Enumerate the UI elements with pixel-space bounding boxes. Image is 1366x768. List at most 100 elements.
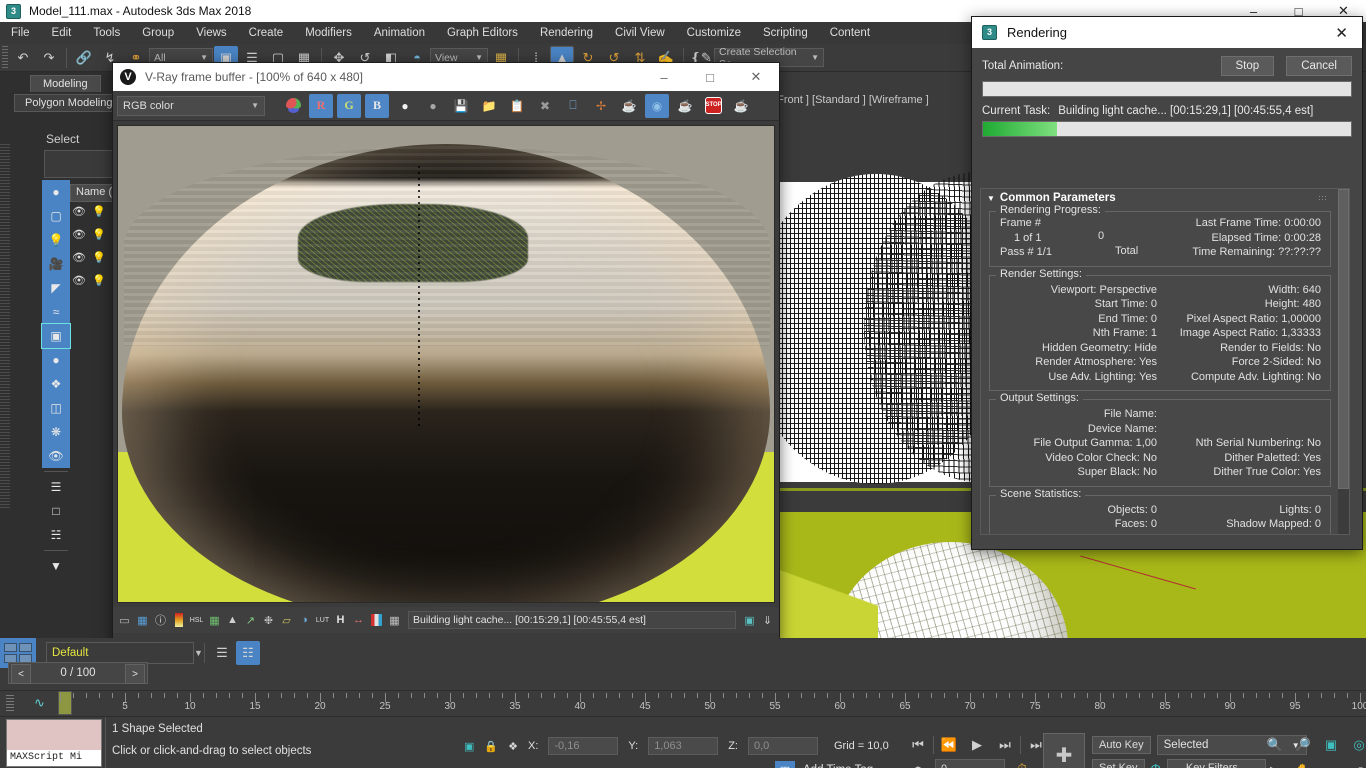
- vfb-info-icon[interactable]: ⓘ: [152, 611, 169, 629]
- current-frame-field[interactable]: 0: [935, 759, 1005, 768]
- clipboard-icon[interactable]: 📋: [505, 94, 529, 118]
- key-tangent-icon[interactable]: Φ: [1151, 761, 1161, 768]
- curve-editor-icon[interactable]: ∿: [34, 695, 45, 711]
- zoom-extents-icon[interactable]: ▣: [1318, 733, 1344, 757]
- filter-shapes-icon[interactable]: ▢: [42, 204, 70, 228]
- absolute-relative-icon[interactable]: ❖: [508, 740, 518, 753]
- ribbon-tab-modeling[interactable]: Modeling: [30, 75, 101, 92]
- vfb-stamp-icon[interactable]: ▣: [741, 611, 758, 629]
- filter-xrefs-icon[interactable]: ●: [42, 348, 70, 372]
- tree-row[interactable]: 👁 💡: [72, 205, 106, 218]
- prev-frame-icon[interactable]: ⏪: [936, 733, 962, 757]
- z-field[interactable]: 0,0: [748, 737, 818, 755]
- redo-icon[interactable]: ↷: [37, 46, 61, 70]
- green-channel-icon[interactable]: G: [337, 94, 361, 118]
- filter-bones-icon[interactable]: ❖: [42, 372, 70, 396]
- field-of-view-icon[interactable]: ▷: [1262, 759, 1288, 768]
- zoom-icon[interactable]: 🔍: [1262, 733, 1288, 757]
- time-tag-icon[interactable]: ◫: [775, 761, 795, 768]
- rollup-scrollbar[interactable]: [1338, 189, 1349, 534]
- track-bar[interactable]: ∿ 51015202530354045505560657075808590951…: [0, 690, 1366, 716]
- vfb-channel-combo[interactable]: RGB color ▼: [117, 96, 265, 116]
- go-to-start-icon[interactable]: ⏮: [905, 733, 931, 757]
- filter-funnel-icon[interactable]: ▼: [42, 554, 70, 578]
- vfb-background-icon[interactable]: ▱: [278, 611, 295, 629]
- stop-button[interactable]: Stop: [1221, 56, 1275, 76]
- vfb-histogram-icon[interactable]: [368, 611, 385, 629]
- filter-space-warps-icon[interactable]: ≈: [42, 300, 70, 324]
- key-mode-toggle-icon[interactable]: ◂▸: [905, 757, 931, 768]
- layer-manager-icon[interactable]: ☰: [210, 641, 234, 665]
- menu-item-scripting[interactable]: Scripting: [752, 22, 819, 44]
- vfb-ocio-icon[interactable]: H: [332, 611, 349, 629]
- track-mouse-icon[interactable]: ◉: [645, 94, 669, 118]
- zoom-all-icon[interactable]: 🔎: [1290, 733, 1316, 757]
- selection-lock-region-icon[interactable]: ▣: [464, 740, 474, 753]
- menu-item-file[interactable]: File: [0, 22, 41, 44]
- play-animation-icon[interactable]: ▶: [964, 733, 990, 757]
- x-field[interactable]: -0,16: [548, 737, 618, 755]
- layer-combo[interactable]: Default: [46, 642, 194, 664]
- cancel-button[interactable]: Cancel: [1286, 56, 1352, 76]
- vfb-close-button[interactable]: ✕: [733, 63, 779, 91]
- alpha-channel-icon[interactable]: ●: [421, 94, 445, 118]
- menu-item-views[interactable]: Views: [185, 22, 237, 44]
- rollup-collapse-icon[interactable]: ▼: [987, 194, 995, 203]
- render-icon[interactable]: ☕: [673, 94, 697, 118]
- load-image-icon[interactable]: 📁: [477, 94, 501, 118]
- color-channels-icon[interactable]: [281, 94, 305, 118]
- eye-icon[interactable]: 👁: [72, 274, 86, 287]
- prev-frame-button[interactable]: <: [11, 664, 31, 684]
- list-layers-icon[interactable]: ☰: [42, 475, 70, 499]
- eye-icon[interactable]: 👁: [72, 251, 86, 264]
- vfb-horizontal-icon[interactable]: ↔: [350, 611, 367, 629]
- red-channel-icon[interactable]: R: [309, 94, 333, 118]
- menu-item-tools[interactable]: Tools: [82, 22, 131, 44]
- vfb-color-corrections-icon[interactable]: ▦: [134, 611, 151, 629]
- select-and-link-icon[interactable]: 🔗: [72, 46, 96, 70]
- next-frame-button[interactable]: >: [125, 664, 145, 684]
- auto-key-button[interactable]: Auto Key: [1092, 736, 1151, 754]
- panel-grip[interactable]: [0, 144, 10, 508]
- vray-frame-buffer-window[interactable]: V V-Ray frame buffer - [100% of 640 x 48…: [112, 62, 780, 645]
- orbit-icon[interactable]: ⚭: [1318, 759, 1344, 768]
- region-render-icon[interactable]: ✢: [589, 94, 613, 118]
- render-last-icon[interactable]: ☕: [617, 94, 641, 118]
- clear-image-icon[interactable]: ✖: [533, 94, 557, 118]
- menu-item-graph-editors[interactable]: Graph Editors: [436, 22, 529, 44]
- maximize-viewport-icon[interactable]: ↗: [1346, 759, 1366, 768]
- monochrome-icon[interactable]: ●: [393, 94, 417, 118]
- rendering-dialog-close-button[interactable]: ✕: [1335, 24, 1348, 42]
- vfb-curve-icon[interactable]: ↗: [242, 611, 259, 629]
- filter-cameras-icon[interactable]: 🎥: [42, 252, 70, 276]
- scrollbar-thumb[interactable]: [1338, 189, 1349, 489]
- zoom-extents-all-icon[interactable]: ◎: [1346, 733, 1366, 757]
- filter-particles-icon[interactable]: ❋: [42, 420, 70, 444]
- save-image-icon[interactable]: 💾: [449, 94, 473, 118]
- list-objects-icon[interactable]: □: [42, 499, 70, 523]
- list-properties-icon[interactable]: ☵: [42, 523, 70, 547]
- menu-item-create[interactable]: Create: [238, 22, 295, 44]
- layer-combo-arrow[interactable]: ▼: [194, 648, 200, 658]
- lock-icon[interactable]: 🔒: [484, 740, 498, 753]
- tree-row[interactable]: 👁 💡: [72, 228, 106, 241]
- filter-geometry-icon[interactable]: ●: [42, 180, 70, 204]
- menu-item-civil-view[interactable]: Civil View: [604, 22, 676, 44]
- vfb-whitebalance-icon[interactable]: ❉: [260, 611, 277, 629]
- menu-item-content[interactable]: Content: [819, 22, 881, 44]
- rendering-dialog[interactable]: 3 Rendering ✕ Total Animation: Stop Canc…: [971, 16, 1363, 550]
- set-key-button[interactable]: Set Key: [1092, 759, 1145, 768]
- vfb-lut-icon[interactable]: LUT: [314, 611, 331, 629]
- filter-helpers-icon[interactable]: ◤: [42, 276, 70, 300]
- add-time-tag-label[interactable]: Add Time Tag: [803, 764, 873, 768]
- filter-groups-icon[interactable]: ▣: [42, 324, 70, 348]
- tree-row[interactable]: 👁 💡: [72, 274, 106, 287]
- vfb-pixel-aspect-icon[interactable]: ▦: [386, 611, 403, 629]
- toolbar-grip[interactable]: [2, 46, 8, 70]
- vfb-layers-icon[interactable]: ▭: [116, 611, 133, 629]
- trackbar-grip[interactable]: [6, 695, 14, 711]
- layer-explorer-icon[interactable]: ☷: [236, 641, 260, 665]
- undo-icon[interactable]: ↶: [11, 46, 35, 70]
- vfb-expand-icon[interactable]: ⇓: [759, 611, 776, 629]
- vfb-color-balance-icon[interactable]: ▦: [206, 611, 223, 629]
